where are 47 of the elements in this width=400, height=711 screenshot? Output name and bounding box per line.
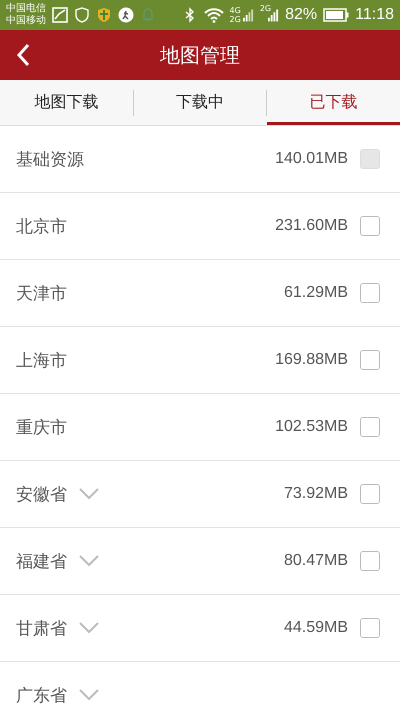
file-size: 80.47MB	[284, 552, 348, 570]
region-name: 福建省	[16, 550, 67, 572]
network-label: 2G	[230, 15, 241, 24]
region-name: 北京市	[16, 216, 67, 238]
checkbox[interactable]	[360, 350, 380, 370]
checkbox[interactable]	[360, 551, 380, 571]
network-label: 2G	[260, 4, 272, 13]
network-label: 4G	[230, 6, 241, 15]
shield-icon	[96, 7, 112, 23]
region-name: 基础资源	[16, 148, 84, 170]
checkbox[interactable]	[360, 417, 380, 437]
carrier-name: 中国移动	[6, 15, 46, 27]
shield-icon	[74, 7, 90, 23]
file-size: 140.01MB	[275, 150, 348, 168]
page-title: 地图管理	[160, 42, 240, 68]
file-size: 102.53MB	[275, 418, 348, 436]
back-icon[interactable]	[16, 43, 30, 67]
signal-icon	[242, 8, 254, 22]
battery-percent: 82%	[285, 6, 318, 24]
chevron-down-icon[interactable]	[79, 488, 99, 500]
checkbox[interactable]	[360, 618, 380, 638]
chevron-down-icon[interactable]	[79, 689, 99, 701]
carrier-name: 中国电信	[6, 3, 46, 14]
region-name: 安徽省	[16, 484, 67, 506]
file-size: 61.29MB	[284, 284, 348, 302]
wifi-icon	[204, 7, 224, 23]
tab[interactable]: 下载中	[134, 80, 266, 125]
walker-icon	[118, 7, 134, 23]
region-name: 广东省	[16, 684, 67, 706]
checkbox[interactable]	[360, 484, 380, 504]
region-name: 重庆市	[16, 416, 67, 438]
file-size: 73.92MB	[284, 485, 348, 503]
file-size: 44.59MB	[284, 619, 348, 637]
tab[interactable]: 已下载	[267, 80, 400, 125]
chevron-down-icon[interactable]	[79, 555, 99, 567]
chevron-down-icon[interactable]	[79, 622, 99, 634]
tab[interactable]: 地图下载	[0, 80, 133, 125]
region-name: 天津市	[16, 282, 67, 304]
region-name: 甘肃省	[16, 618, 67, 640]
battery-icon	[323, 8, 350, 22]
file-size: 231.60MB	[275, 217, 348, 235]
image-icon	[52, 7, 68, 23]
clock: 11:18	[355, 6, 394, 24]
region-name: 上海市	[16, 350, 67, 372]
file-size: 169.88MB	[275, 351, 348, 369]
checkbox[interactable]	[360, 216, 380, 236]
checkbox[interactable]	[360, 283, 380, 303]
